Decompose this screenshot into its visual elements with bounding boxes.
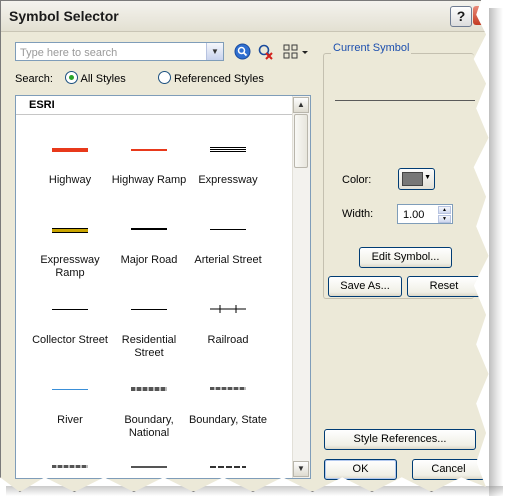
current-symbol-title: Current Symbol: [331, 42, 412, 54]
chevron-down-icon: ▼: [424, 174, 431, 181]
color-swatch: [402, 172, 423, 186]
symbol-label: Expressway: [198, 174, 258, 186]
symbol-label: Collector Street: [32, 334, 108, 346]
window-shadow-right: [489, 8, 503, 496]
width-spinner[interactable]: ▲ ▼: [397, 204, 453, 224]
river-symbol: [52, 389, 88, 390]
symbol-label: Residential Street: [121, 334, 177, 359]
railroad-symbol: [210, 305, 246, 313]
expressway-symbol: [210, 147, 246, 152]
help-button[interactable]: ?: [450, 6, 472, 27]
partial-symbol: [210, 466, 246, 468]
symbol-label: Highway Ramp: [111, 174, 187, 186]
search-scope-row: Search: All Styles Referenced Styles: [15, 71, 264, 85]
view-options-icon[interactable]: [283, 43, 309, 60]
group-name: ESRI: [29, 99, 55, 111]
search-icon[interactable]: [234, 43, 251, 60]
partial-symbol: [52, 465, 88, 468]
edit-symbol-button[interactable]: Edit Symbol...: [359, 247, 452, 268]
symbol-preview: [335, 100, 475, 101]
color-picker[interactable]: ▼: [398, 168, 435, 190]
width-input[interactable]: [401, 207, 439, 223]
list-scrollbar[interactable]: ▲ ▼: [292, 96, 310, 478]
partial-symbol: [131, 466, 167, 468]
ok-button[interactable]: OK: [324, 459, 397, 480]
expressway-ramp-symbol: [52, 228, 88, 233]
scroll-thumb[interactable]: [294, 114, 308, 168]
search-scope-label: Search:: [15, 73, 53, 85]
symbol-label: Expressway Ramp: [40, 254, 100, 279]
highway-ramp-symbol: [131, 149, 167, 151]
window-title: Symbol Selector: [9, 8, 119, 24]
symbol-label: River: [57, 414, 83, 426]
all-styles-radio[interactable]: [65, 71, 79, 84]
width-label: Width:: [342, 208, 374, 220]
scroll-down-arrow[interactable]: ▼: [293, 461, 309, 477]
symbol-label: Arterial Street: [194, 254, 262, 266]
all-styles-label[interactable]: All Styles: [81, 73, 126, 85]
search-dropdown-button[interactable]: ▼: [206, 43, 223, 60]
arterial-street-symbol: [210, 229, 246, 230]
symbol-selector-dialog: Symbol Selector ? x ▼ Search: All Styles…: [0, 0, 489, 492]
width-decrement[interactable]: ▼: [438, 215, 451, 223]
boundary-state-symbol: [210, 387, 246, 390]
title-bar[interactable]: Symbol Selector ? x: [1, 1, 489, 32]
boundary-national-symbol: [131, 387, 167, 391]
list-group-header: ESRI: [16, 96, 294, 115]
clear-search-icon[interactable]: [257, 43, 274, 60]
symbol-label: Highway: [48, 174, 92, 186]
collector-street-symbol: [52, 309, 88, 310]
cancel-button[interactable]: Cancel: [412, 459, 485, 480]
style-references-button[interactable]: Style References...: [324, 429, 476, 450]
reset-button[interactable]: Reset: [407, 276, 481, 297]
color-label: Color:: [342, 174, 372, 186]
save-as-button[interactable]: Save As...: [328, 276, 402, 297]
symbol-label: Major Road: [120, 254, 178, 266]
search-box[interactable]: ▼: [15, 42, 224, 61]
symbol-label: Railroad: [207, 334, 249, 346]
search-input[interactable]: [18, 44, 208, 61]
width-increment[interactable]: ▲: [438, 206, 451, 214]
highway-symbol: [52, 148, 88, 152]
scroll-up-arrow[interactable]: ▲: [293, 97, 309, 113]
referenced-styles-radio[interactable]: [157, 71, 171, 84]
symbol-list[interactable]: ESRI Highway Highway Ramp Expressway Exp…: [15, 95, 311, 479]
symbol-label: Boundary, State: [188, 414, 268, 426]
residential-street-symbol: [131, 309, 167, 310]
symbol-label: Boundary, National: [124, 414, 174, 439]
major-road-symbol: [131, 228, 167, 230]
referenced-styles-label[interactable]: Referenced Styles: [174, 73, 264, 85]
